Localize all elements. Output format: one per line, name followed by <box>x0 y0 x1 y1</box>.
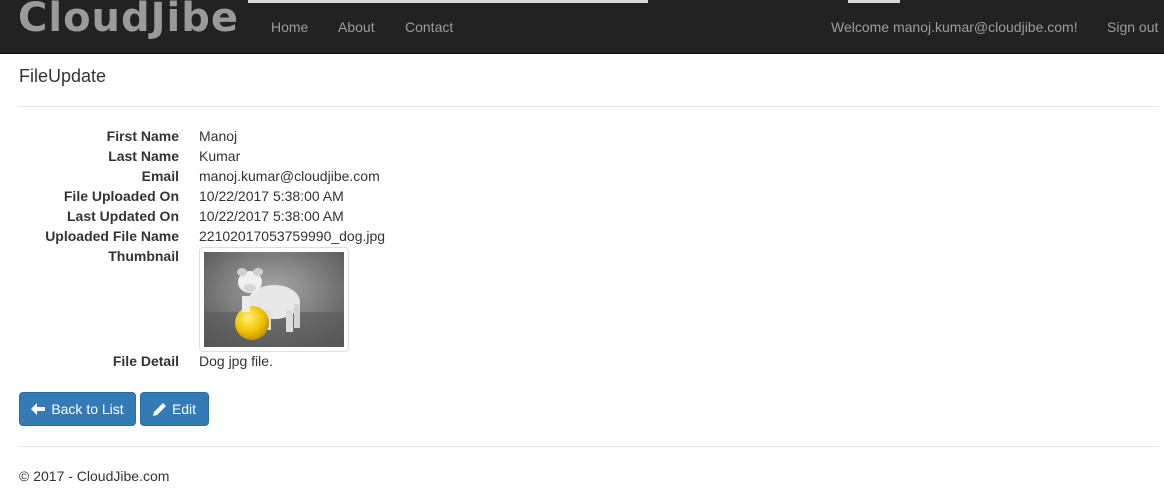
footer-copyright: © 2017 - CloudJibe.com <box>19 468 170 484</box>
dog-photo <box>204 252 344 347</box>
first-name-label: First Name <box>106 128 179 144</box>
divider-top <box>19 106 1159 107</box>
navbar: CloudJibe Home About Contact Welcome man… <box>0 0 1164 54</box>
top-strip <box>248 0 648 3</box>
nav-home[interactable]: Home <box>271 19 308 35</box>
pencil-icon <box>152 402 166 416</box>
arrow-left-icon <box>31 403 46 415</box>
uploaded-on-label: File Uploaded On <box>63 188 179 204</box>
brand-logo[interactable]: CloudJibe <box>18 0 239 42</box>
top-strip-right <box>848 0 900 3</box>
email-value: manoj.kumar@cloudjibe.com <box>199 168 380 184</box>
updated-on-value: 10/22/2017 5:38:00 AM <box>199 208 344 224</box>
uploaded-on-value: 10/22/2017 5:38:00 AM <box>199 188 344 204</box>
page-title: FileUpdate <box>19 66 107 86</box>
back-to-list-label: Back to List <box>51 401 124 417</box>
thumbnail-image[interactable] <box>199 247 349 352</box>
back-to-list-button[interactable]: Back to List <box>19 392 136 426</box>
divider-bottom <box>19 446 1159 447</box>
edit-label: Edit <box>171 401 197 417</box>
nav-welcome[interactable]: Welcome manoj.kumar@cloudjibe.com! <box>831 19 1078 35</box>
nav-about[interactable]: About <box>338 19 375 35</box>
nav-contact[interactable]: Contact <box>405 19 453 35</box>
file-name-value: 22102017053759990_dog.jpg <box>199 228 386 244</box>
last-name-label: Last Name <box>108 148 179 164</box>
edit-button[interactable]: Edit <box>140 392 209 426</box>
last-name-value: Kumar <box>199 148 241 164</box>
thumbnail-label: Thumbnail <box>108 248 179 264</box>
file-detail-label: File Detail <box>112 353 179 369</box>
file-detail-value: Dog jpg file. <box>199 353 273 369</box>
email-label: Email <box>141 168 179 184</box>
first-name-value: Manoj <box>199 128 238 144</box>
updated-on-label: Last Updated On <box>66 208 179 224</box>
nav-signout[interactable]: Sign out <box>1107 19 1158 35</box>
file-name-label: Uploaded File Name <box>45 228 179 244</box>
